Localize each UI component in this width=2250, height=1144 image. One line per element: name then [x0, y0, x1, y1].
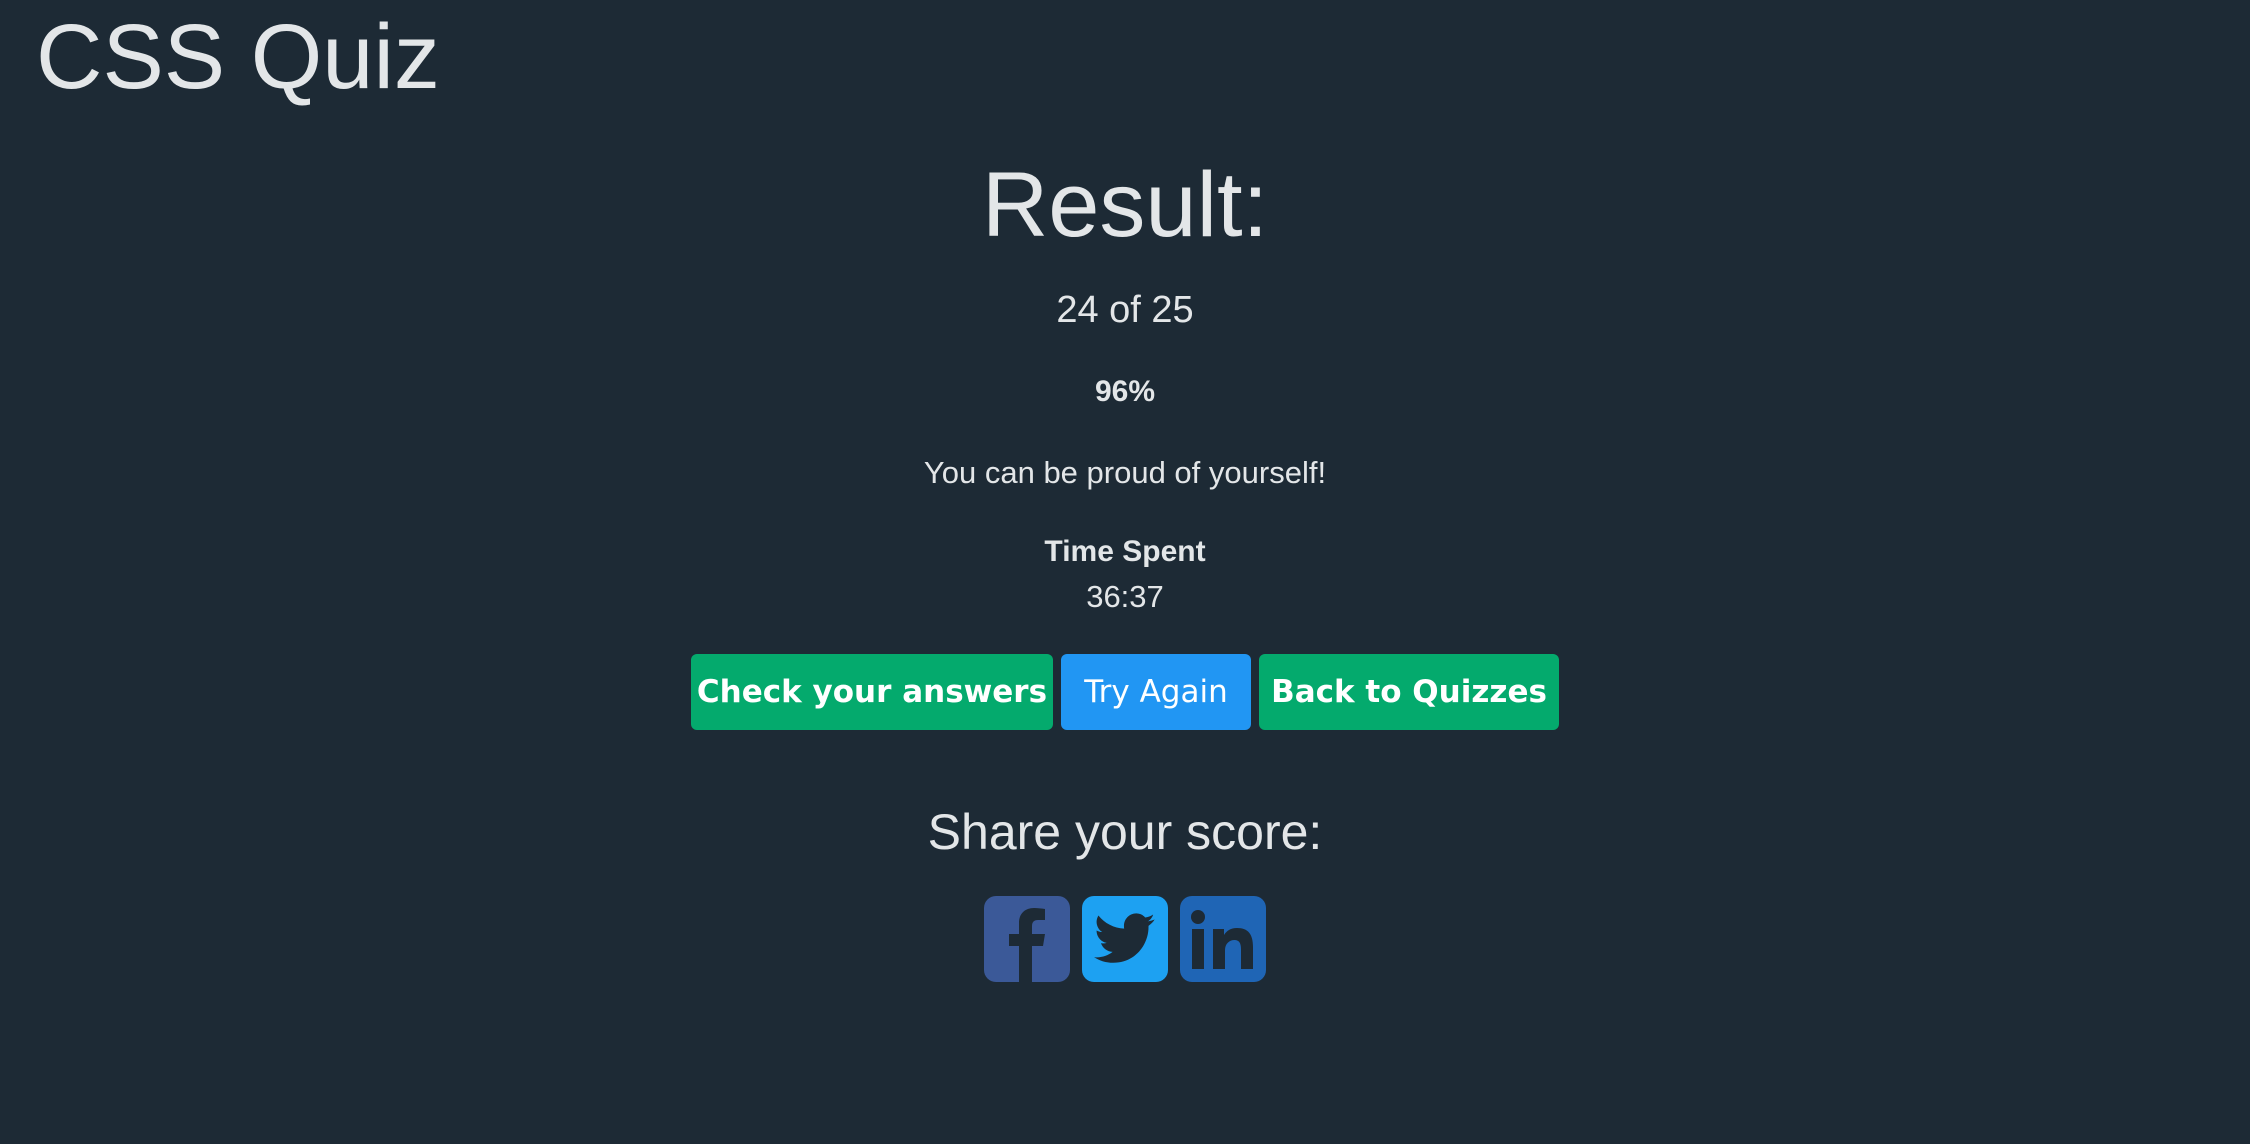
back-to-quizzes-button[interactable]: Back to Quizzes	[1259, 654, 1559, 730]
time-spent-value: 36:37	[1086, 579, 1164, 614]
share-buttons	[0, 896, 2250, 982]
score-percentage: 96%	[1094, 375, 1156, 408]
linkedin-icon	[1191, 910, 1253, 969]
facebook-share-button[interactable]	[984, 896, 1070, 982]
linkedin-share-button[interactable]	[1180, 896, 1266, 982]
check-answers-button[interactable]: Check your answers	[691, 654, 1053, 730]
try-again-button[interactable]: Try Again	[1061, 654, 1251, 730]
result-panel: Result: 24 of 25 96% You can be proud of…	[0, 150, 2250, 982]
result-message: You can be proud of yourself!	[923, 455, 1327, 490]
facebook-icon	[1009, 908, 1045, 982]
time-spent-label: Time Spent	[1044, 535, 1206, 568]
score-text: 24 of 25	[1056, 289, 1194, 331]
twitter-share-button[interactable]	[1082, 896, 1168, 982]
result-heading: Result:	[981, 154, 1269, 256]
action-buttons: Check your answers Try Again Back to Qui…	[0, 654, 2250, 730]
share-heading: Share your score:	[927, 804, 1323, 860]
twitter-icon	[1094, 913, 1155, 963]
page-title: CSS Quiz	[36, 6, 440, 108]
